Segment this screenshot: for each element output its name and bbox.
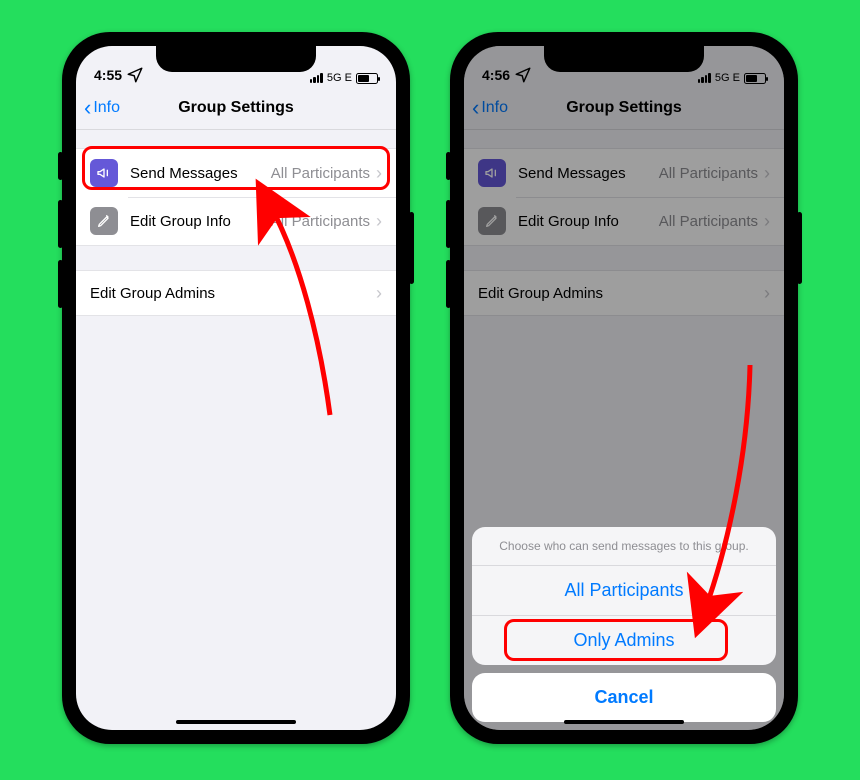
- home-indicator[interactable]: [176, 720, 296, 724]
- row-label: Send Messages: [130, 165, 271, 182]
- network-label: 5G E: [327, 72, 352, 84]
- signal-icon: [310, 73, 323, 83]
- notch: [544, 46, 704, 72]
- phone-frame-right: 4:56 5G E ‹ Info Group Settings: [450, 32, 798, 744]
- battery-icon: [356, 73, 378, 84]
- row-edit-group-admins[interactable]: Edit Group Admins ›: [76, 271, 396, 315]
- row-label: Edit Group Admins: [90, 285, 376, 302]
- phone-frame-left: 4:55 5G E ‹ Info Group Settings: [62, 32, 410, 744]
- screen-left: 4:55 5G E ‹ Info Group Settings: [76, 46, 396, 730]
- status-time: 4:55: [94, 67, 122, 83]
- sheet-header: Choose who can send messages to this gro…: [472, 527, 776, 566]
- row-send-messages[interactable]: Send Messages All Participants ›: [76, 149, 396, 197]
- settings-group-2: Edit Group Admins ›: [76, 270, 396, 316]
- back-button[interactable]: ‹ Info: [84, 86, 120, 129]
- chevron-right-icon: ›: [376, 283, 382, 304]
- pencil-icon: [90, 207, 118, 235]
- row-value: All Participants: [271, 165, 370, 182]
- sheet-option-only-admins[interactable]: Only Admins: [472, 615, 776, 665]
- row-label: Edit Group Info: [130, 213, 271, 230]
- location-icon: [126, 66, 144, 84]
- row-value: All Participants: [271, 213, 370, 230]
- row-edit-group-info[interactable]: Edit Group Info All Participants ›: [76, 197, 396, 245]
- chevron-right-icon: ›: [376, 211, 382, 232]
- sheet-option-all-participants[interactable]: All Participants: [472, 566, 776, 615]
- screen-right: 4:56 5G E ‹ Info Group Settings: [464, 46, 784, 730]
- notch: [156, 46, 316, 72]
- home-indicator[interactable]: [564, 720, 684, 724]
- chevron-left-icon: ‹: [84, 97, 91, 119]
- megaphone-icon: [90, 159, 118, 187]
- chevron-right-icon: ›: [376, 163, 382, 184]
- page-title: Group Settings: [178, 99, 294, 117]
- nav-bar: ‹ Info Group Settings: [76, 86, 396, 130]
- back-label: Info: [93, 99, 120, 117]
- action-sheet: Choose who can send messages to this gro…: [472, 527, 776, 722]
- sheet-cancel-button[interactable]: Cancel: [472, 673, 776, 722]
- settings-group-1: Send Messages All Participants › Edit Gr…: [76, 148, 396, 246]
